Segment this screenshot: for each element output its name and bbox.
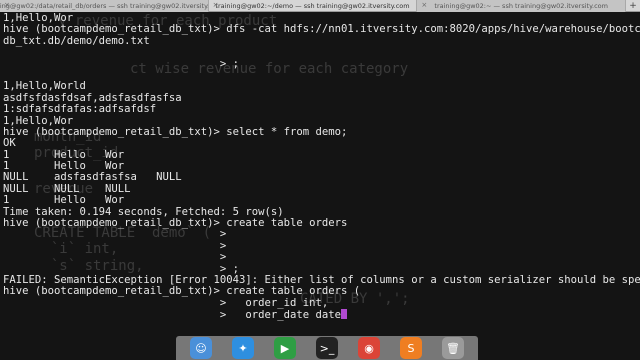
terminal-line: > ;	[3, 57, 239, 70]
terminal-line: 1 Hello Wor	[3, 194, 125, 207]
terminal-line: >	[3, 251, 227, 264]
terminal-icon[interactable]: >_	[316, 337, 338, 359]
terminal-line: 1:sdfafsdfafas:adfsafdsf	[3, 103, 157, 116]
terminal-line: db_txt.db/demo/demo.txt	[3, 34, 150, 47]
tab-label: training@gw02:/data/retail_db/orders — s…	[0, 1, 208, 10]
finder-icon[interactable]: ☺	[190, 337, 212, 359]
safari-icon[interactable]: ✦	[232, 337, 254, 359]
facetime-icon[interactable]: ▶	[274, 337, 296, 359]
chrome-icon[interactable]: ◉	[358, 337, 380, 359]
tab-orders[interactable]: × training@gw02:/data/retail_db/orders —…	[0, 0, 209, 12]
tab-label: training@gw02:~ — ssh training@gw02.itve…	[434, 1, 608, 10]
sublime-icon[interactable]: S	[400, 337, 422, 359]
text-cursor	[341, 309, 348, 320]
terminal-output: 1,Hello,Wor hive (bootcampdemo_retail_db_…	[0, 13, 640, 321]
new-tab-icon[interactable]: +	[626, 0, 640, 12]
close-tab-icon[interactable]: ×	[213, 1, 219, 9]
terminal-tab-bar: × training@gw02:/data/retail_db/orders —…	[0, 0, 640, 12]
trash-icon[interactable]: 🗑	[442, 337, 464, 359]
tab-label: training@gw02:~/demo — ssh training@gw02…	[215, 1, 410, 10]
terminal-line: hive (bootcampdemo_retail_db_txt)> selec…	[3, 125, 348, 138]
terminal-line: OK	[3, 137, 16, 150]
close-tab-icon[interactable]: ×	[4, 1, 10, 9]
dock: ☺ ✦ ▶ >_ ◉ S 🗑	[176, 336, 478, 360]
terminal-line: > order_id int,	[3, 296, 329, 309]
terminal-line: > order_date date	[0, 309, 640, 321]
tab-home[interactable]: × training@gw02:~ — ssh training@gw02.it…	[417, 0, 627, 12]
terminal-window[interactable]: y revenue for each product ct wise reven…	[0, 13, 640, 335]
tab-demo[interactable]: × training@gw02:~/demo — ssh training@gw…	[209, 0, 418, 12]
close-tab-icon[interactable]: ×	[421, 1, 427, 9]
